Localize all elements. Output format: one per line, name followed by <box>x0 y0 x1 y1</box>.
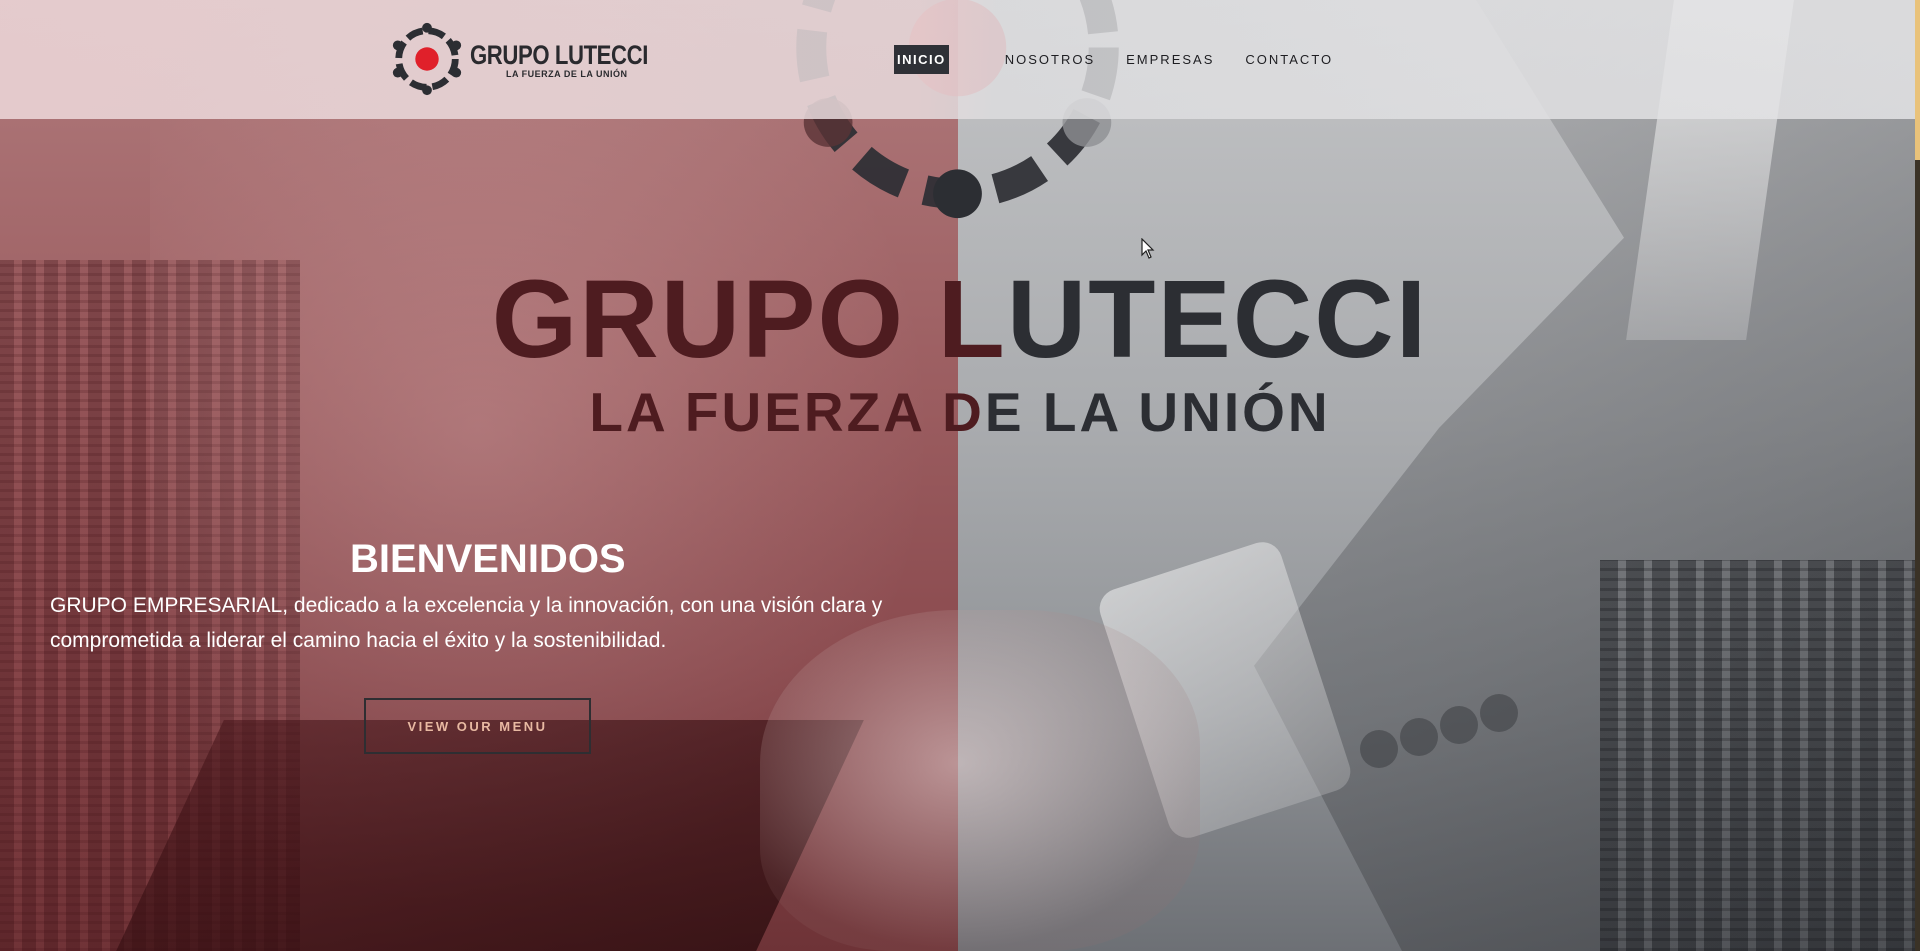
hero-subheadline: LA FUERZA DE LA UNIÓN <box>0 382 1920 442</box>
hero-headline-part-a: GRUPO L <box>491 258 1007 381</box>
site-header: GRUPO LUTECCI LA FUERZA DE LA UNIÓN INIC… <box>0 0 1915 119</box>
nav-item-contacto[interactable]: CONTACTO <box>1245 52 1333 67</box>
scrollbar-thumb[interactable] <box>1915 0 1920 160</box>
jacket-buttons <box>1360 690 1540 770</box>
ring-logo-icon <box>392 22 462 96</box>
logo-name: GRUPO LUTECCI <box>470 40 648 70</box>
city-skyline-right <box>1600 560 1920 951</box>
site-logo[interactable]: GRUPO LUTECCI LA FUERZA DE LA UNIÓN <box>388 20 648 98</box>
nav-item-nosotros[interactable]: NOSOTROS <box>1005 52 1095 67</box>
hero-subheadline-part-b: E LA UNIÓN <box>984 381 1331 443</box>
nav-item-inicio[interactable]: INICIO <box>894 44 949 74</box>
mouse-cursor-icon <box>1141 238 1155 259</box>
hero-subheadline-part-a: LA FUERZA D <box>589 381 985 443</box>
nav-item-empresas[interactable]: EMPRESAS <box>1126 52 1214 67</box>
logo-tagline: LA FUERZA DE LA UNIÓN <box>506 69 628 79</box>
page-scrollbar[interactable] <box>1915 0 1920 951</box>
hero-headline-part-b: UTECCI <box>1006 258 1429 381</box>
welcome-title: BIENVENIDOS <box>350 537 626 581</box>
hero-headline: GRUPO LUTECCI <box>0 262 1920 378</box>
main-nav: INICIO NOSOTROS EMPRESAS CONTACTO <box>894 44 1364 74</box>
welcome-text: GRUPO EMPRESARIAL, dedicado a la excelen… <box>50 594 883 652</box>
view-menu-button[interactable]: VIEW OUR MENU <box>364 698 591 754</box>
handshake <box>760 610 1200 951</box>
sleeve-left <box>116 720 864 951</box>
